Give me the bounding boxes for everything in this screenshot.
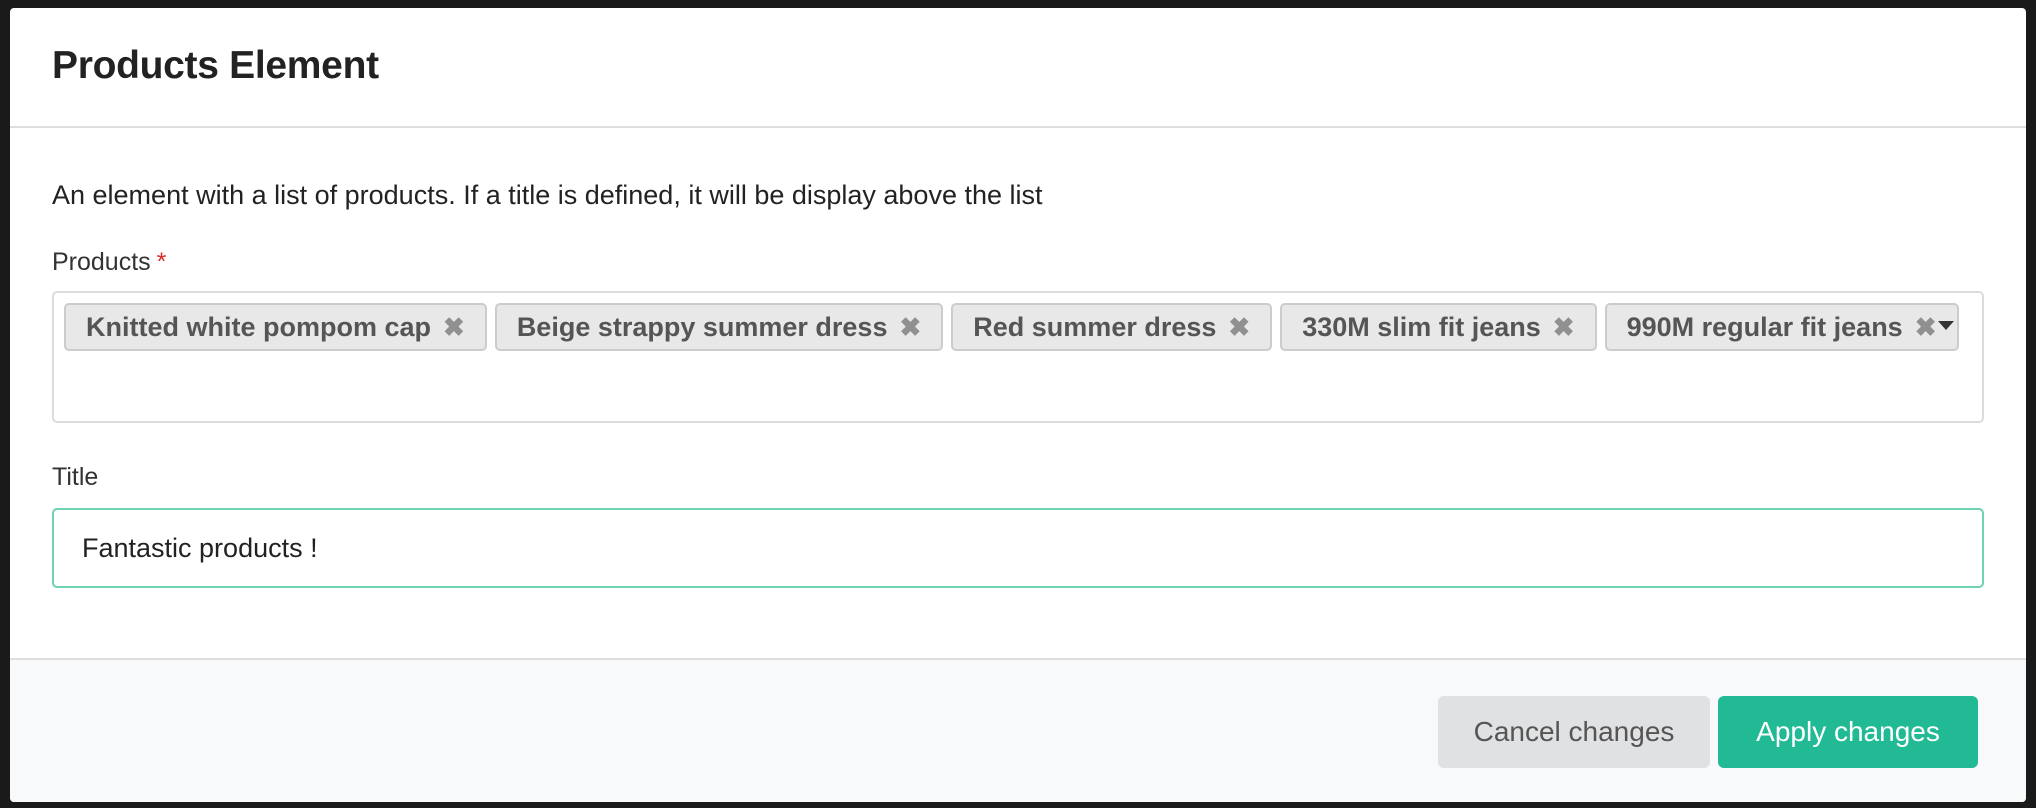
product-chip-label: Red summer dress (973, 311, 1217, 342)
remove-icon[interactable]: ✖ (1915, 314, 1937, 340)
element-description: An element with a list of products. If a… (52, 180, 1043, 210)
title-label: Title (52, 463, 99, 491)
product-chip-label: Beige strappy summer dress (516, 311, 888, 342)
products-label: Products * (52, 248, 166, 277)
product-chip: Beige strappy summer dress ✖ (494, 303, 944, 351)
product-chip-label: Knitted white pompom cap (86, 311, 432, 342)
modal-header: Products Element (10, 8, 2026, 128)
remove-icon[interactable]: ✖ (443, 314, 465, 340)
product-chip: 990M regular fit jeans ✖ (1604, 303, 1959, 351)
product-chip: Red summer dress ✖ (951, 303, 1273, 351)
product-chip: 330M slim fit jeans ✖ (1280, 303, 1597, 351)
product-chip-label: 990M regular fit jeans (1626, 311, 1903, 342)
products-multiselect[interactable]: Knitted white pompom cap ✖ Beige strappy… (52, 291, 1984, 423)
product-chip: Knitted white pompom cap ✖ (64, 303, 487, 351)
modal-footer: Cancel changes Apply changes (10, 658, 2026, 802)
title-input[interactable] (52, 508, 1984, 588)
remove-icon[interactable]: ✖ (899, 314, 921, 340)
cancel-changes-button[interactable]: Cancel changes (1438, 696, 1710, 768)
remove-icon[interactable]: ✖ (1228, 314, 1250, 340)
product-chip-label: 330M slim fit jeans (1302, 311, 1541, 342)
apply-changes-button[interactable]: Apply changes (1718, 696, 1978, 768)
selected-products: Knitted white pompom cap ✖ Beige strappy… (64, 303, 1959, 351)
required-marker: * (156, 248, 167, 276)
remove-icon[interactable]: ✖ (1553, 314, 1575, 340)
caret-down-icon[interactable] (1938, 321, 1954, 330)
modal-body: An element with a list of products. If a… (10, 128, 2026, 666)
products-element-modal: Products Element An element with a list … (10, 8, 2026, 802)
modal-title: Products Element (52, 44, 379, 87)
products-label-text: Products (52, 248, 151, 276)
